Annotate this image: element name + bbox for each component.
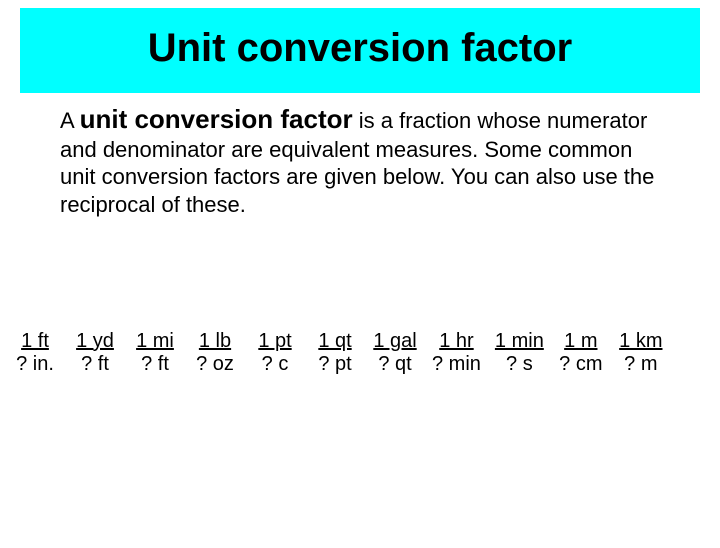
fraction-numerator: 1 min [495,330,544,353]
fraction-qt-pt: 1 qt ? pt [312,330,358,376]
fraction-hr-min: 1 hr ? min [432,330,481,376]
fraction-numerator: 1 gal [373,330,416,353]
fraction-numerator: 1 km [619,330,662,353]
fraction-denominator: ? qt [378,353,411,376]
fraction-numerator: 1 pt [258,330,291,353]
fraction-denominator: ? oz [196,353,234,376]
slide-title: Unit conversion factor [148,26,573,70]
fraction-numerator: 1 lb [199,330,231,353]
fraction-numerator: 1 m [564,330,597,353]
fraction-denominator: ? in. [16,353,54,376]
fraction-gal-qt: 1 gal ? qt [372,330,418,376]
fraction-min-s: 1 min ? s [495,330,544,376]
body-prefix: A [60,108,80,133]
fraction-m-cm: 1 m ? cm [558,330,604,376]
fraction-denominator: ? s [506,353,533,376]
fraction-denominator: ? ft [141,353,169,376]
fraction-denominator: ? m [624,353,657,376]
fraction-denominator: ? c [262,353,289,376]
fraction-pt-c: 1 pt ? c [252,330,298,376]
body-term: unit conversion factor [80,104,353,134]
fraction-denominator: ? pt [318,353,351,376]
title-bar: Unit conversion factor [20,8,700,93]
fraction-denominator: ? ft [81,353,109,376]
fraction-numerator: 1 hr [439,330,473,353]
fraction-denominator: ? cm [559,353,602,376]
fraction-numerator: 1 yd [76,330,114,353]
fraction-mi-ft: 1 mi ? ft [132,330,178,376]
fractions-row: 1 ft ? in. 1 yd ? ft 1 mi ? ft 1 lb ? oz… [12,330,708,376]
fraction-numerator: 1 mi [136,330,174,353]
fraction-ft-in: 1 ft ? in. [12,330,58,376]
fraction-denominator: ? min [432,353,481,376]
fraction-km-m: 1 km ? m [618,330,664,376]
fraction-numerator: 1 qt [318,330,351,353]
fraction-yd-ft: 1 yd ? ft [72,330,118,376]
body-paragraph: A unit conversion factor is a fraction w… [60,103,660,218]
fraction-lb-oz: 1 lb ? oz [192,330,238,376]
fraction-numerator: 1 ft [21,330,49,353]
